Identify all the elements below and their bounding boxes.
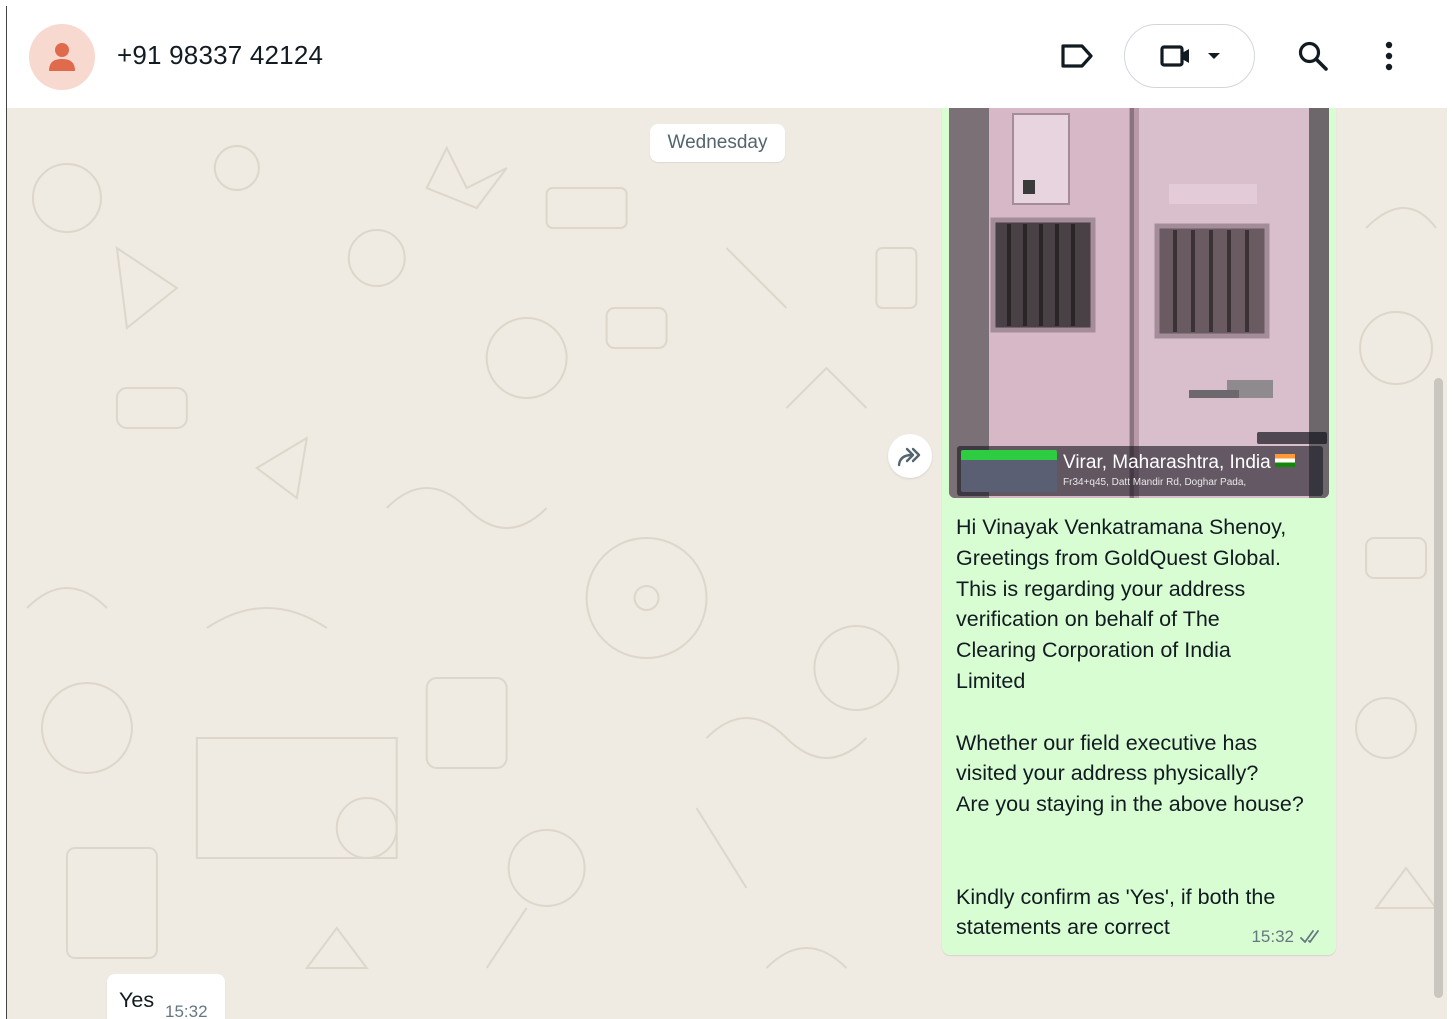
video-call-button[interactable] xyxy=(1124,24,1255,88)
camera-app-tag xyxy=(1257,432,1327,444)
search-icon xyxy=(1298,41,1328,71)
more-options-button[interactable] xyxy=(1369,36,1409,76)
chat-area[interactable]: Wednesday Virar, Maharashtra, India Fr34… xyxy=(7,108,1447,1019)
person-icon xyxy=(49,43,75,71)
forward-button[interactable] xyxy=(888,434,932,478)
location-stamp: Virar, Maharashtra, India Fr34+q45, Datt… xyxy=(957,432,1327,496)
chat-window: +91 98337 42124 Wednesday Virar, Maharas… xyxy=(6,6,1447,1019)
message-line xyxy=(956,820,1328,851)
label-button[interactable] xyxy=(1057,36,1097,76)
search-button[interactable] xyxy=(1293,36,1333,76)
outgoing-message-meta: 15:32 xyxy=(1251,927,1324,947)
chat-scrollbar[interactable] xyxy=(1434,378,1443,998)
india-flag-icon xyxy=(1274,454,1295,467)
message-line: Limited xyxy=(956,668,1026,693)
chevron-down-icon xyxy=(1207,53,1220,59)
message-line: Are you staying in the above house? xyxy=(956,792,1304,817)
chat-header: +91 98337 42124 xyxy=(7,6,1447,108)
outgoing-message-text: Hi Vinayak Venkatramana Shenoy, Greeting… xyxy=(956,512,1328,943)
incoming-message-bubble[interactable]: Yes 15:32 xyxy=(107,974,225,1019)
contact-avatar[interactable] xyxy=(29,24,95,90)
location-address: Fr34+q45, Datt Mandir Rd, Doghar Pada, xyxy=(1063,477,1247,488)
message-line: This is regarding your address xyxy=(956,576,1246,601)
message-line: Greetings from GoldQuest Global. xyxy=(956,545,1282,570)
message-line: Whether our field executive has xyxy=(956,730,1258,755)
message-line xyxy=(956,851,1328,882)
message-line: verification on behalf of The xyxy=(956,607,1220,632)
message-line: Clearing Corporation of India xyxy=(956,638,1231,663)
location-title: Virar, Maharashtra, India xyxy=(1063,452,1295,474)
forward-icon xyxy=(897,447,921,467)
incoming-message-text: Yes xyxy=(119,988,155,1012)
message-time: 15:32 xyxy=(1251,927,1294,946)
video-call-icon xyxy=(1159,45,1189,67)
label-icon xyxy=(1061,44,1093,68)
message-line: Hi Vinayak Venkatramana Shenoy, xyxy=(956,515,1287,539)
geotagged-house-photo[interactable]: Virar, Maharashtra, India Fr34+q45, Datt… xyxy=(949,108,1329,498)
message-line xyxy=(956,697,1328,728)
double-check-icon xyxy=(1300,930,1319,943)
contact-name[interactable]: +91 98337 42124 xyxy=(117,40,323,71)
more-options-icon xyxy=(1385,41,1393,71)
message-time: 15:32 xyxy=(165,1002,208,1019)
date-separator: Wednesday xyxy=(650,124,785,162)
message-line: visited your address physically? xyxy=(956,761,1259,786)
message-line: Kindly confirm as 'Yes', if both the xyxy=(956,884,1276,909)
map-thumbnail xyxy=(961,450,1057,492)
outgoing-message-bubble[interactable]: Virar, Maharashtra, India Fr34+q45, Datt… xyxy=(942,108,1336,955)
